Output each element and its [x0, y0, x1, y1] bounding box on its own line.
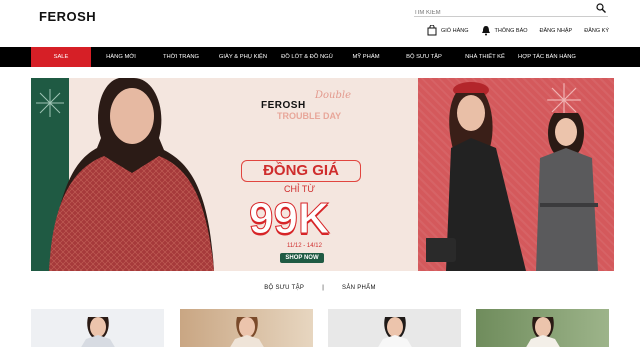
register-link[interactable]: ĐĂNG KÝ [584, 28, 609, 34]
header-utilities: GIỎ HÀNG THÔNG BÁO ĐĂNG NHẬP ĐĂNG KÝ [427, 25, 609, 36]
nav-item-shoes-accessories[interactable]: GIÀY & PHỤ KIỆN [211, 47, 275, 67]
nav-item-cosmetics[interactable]: MỸ PHẨM [339, 47, 393, 67]
model-right-black-coat-image [426, 82, 526, 271]
model-left-image [49, 78, 214, 271]
section-tabs: BỘ SƯU TẬP | SẢN PHẨM [0, 285, 640, 291]
product-model-image [229, 317, 264, 347]
banner-headline: ĐỒNG GIÁ [241, 160, 361, 182]
tab-separator: | [322, 285, 325, 291]
product-model-image [80, 317, 115, 347]
nav-item-designers[interactable]: NHÀ THIẾT KẾ [455, 47, 515, 67]
promo-banner[interactable]: FEROSH Double TROUBLE DAY ĐỒNG GIÁ CHỈ T… [31, 78, 614, 271]
bag-icon [427, 25, 437, 36]
shop-now-button[interactable]: SHOP NOW [280, 253, 324, 263]
register-label: ĐĂNG KÝ [584, 27, 609, 34]
notifications-link[interactable]: THÔNG BÁO [481, 25, 528, 36]
site-logo[interactable]: FEROSH [39, 9, 96, 24]
nav-item-sale[interactable]: SALE [31, 47, 91, 67]
tab-products[interactable]: SẢN PHẨM [342, 285, 376, 291]
product-card[interactable] [31, 309, 164, 347]
search-icon[interactable] [596, 3, 606, 13]
banner-dates: 11/12 - 14/12 [287, 243, 322, 249]
nav-item-collections[interactable]: BỘ SƯU TẬP [393, 47, 455, 67]
cart-link[interactable]: GIỎ HÀNG [427, 25, 469, 36]
notifications-label: THÔNG BÁO [494, 27, 528, 34]
product-model-image [525, 317, 560, 347]
banner-price: 99K [249, 194, 331, 244]
search-bar[interactable] [414, 1, 608, 20]
login-label: ĐĂNG NHẬP [539, 27, 573, 34]
nav-item-fashion[interactable]: THỜI TRANG [151, 47, 211, 67]
product-model-image [377, 317, 412, 347]
nav-item-lingerie-sleepwear[interactable]: ĐỒ LÓT & ĐỒ NGỦ [275, 47, 339, 67]
bell-icon [481, 26, 490, 36]
tab-collections[interactable]: BỘ SƯU TẬP [264, 285, 304, 291]
login-link[interactable]: ĐĂNG NHẬP [540, 28, 573, 34]
main-nav: SALE HÀNG MỚI THỜI TRANG GIÀY & PHỤ KIỆN… [0, 47, 640, 67]
nav-item-partnership[interactable]: HỢP TÁC BÁN HÀNG [515, 47, 579, 67]
banner-from-text: CHỈ TỪ [284, 184, 316, 194]
cart-label: GIỎ HÀNG [441, 27, 469, 34]
product-card[interactable] [328, 309, 461, 347]
model-right-gray-coat-image [536, 113, 598, 271]
product-card[interactable] [476, 309, 609, 347]
banner-brand: FEROSH [261, 100, 306, 111]
banner-subtitle: TROUBLE DAY [277, 111, 342, 121]
banner-script: Double [315, 90, 351, 101]
nav-item-new[interactable]: HÀNG MỚI [91, 47, 151, 67]
product-card[interactable] [180, 309, 313, 347]
search-input[interactable] [414, 6, 590, 20]
